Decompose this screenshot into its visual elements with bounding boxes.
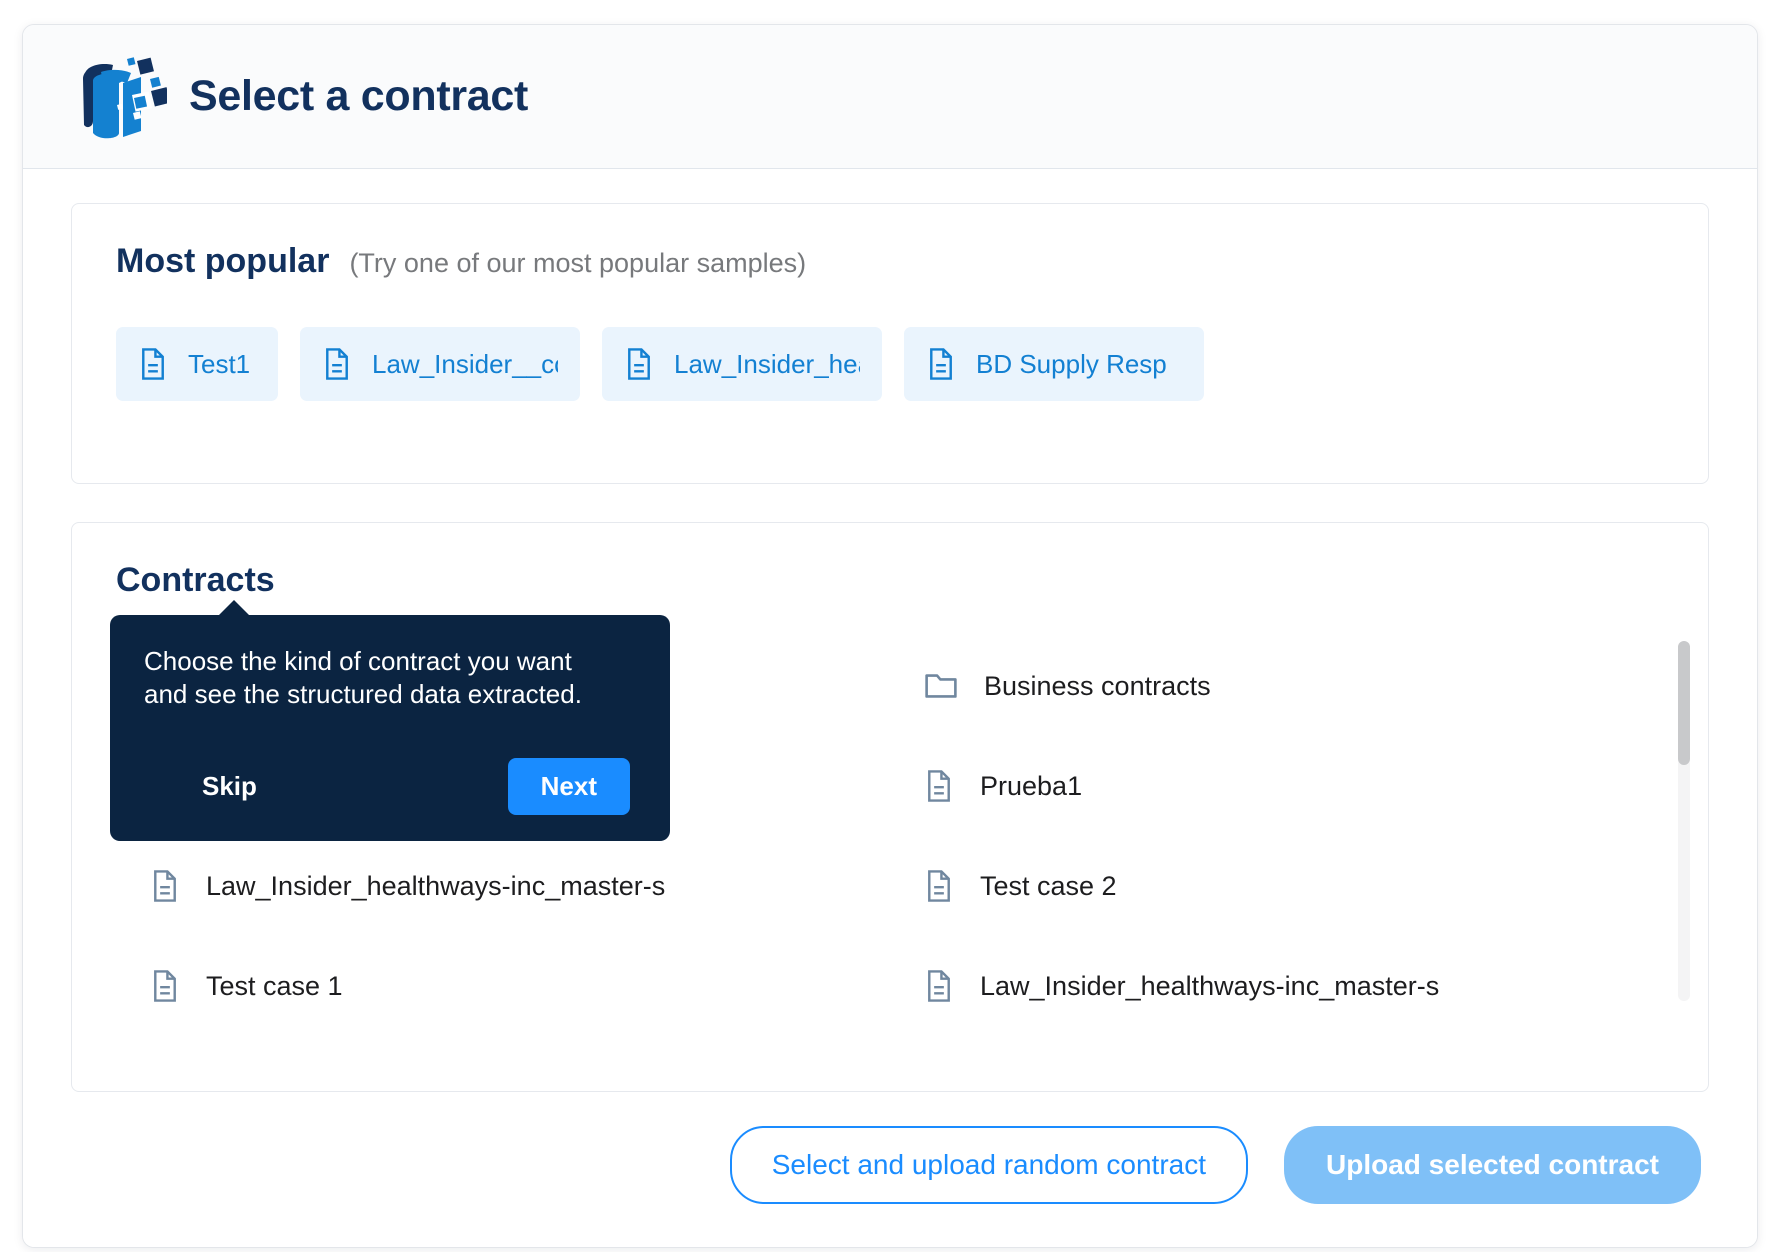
app-header: Select a contract (23, 25, 1757, 169)
contracts-panel: Contracts Business contracts Prueba1 Law… (71, 522, 1709, 1092)
popular-sample-chip-4[interactable]: BD Supply Resp (904, 327, 1204, 401)
popular-sample-chip-label: Law_Insider_hea (674, 348, 860, 379)
page-title: Select a contract (189, 72, 529, 120)
list-item-label: Business contracts (984, 670, 1211, 701)
list-item-label: Law_Insider_healthways-inc_master-s (206, 870, 666, 901)
contracts-scrollbar-thumb[interactable] (1678, 641, 1690, 765)
next-button[interactable]: Next (507, 757, 630, 815)
list-item-label: Law_Insider_healthways-inc_master-s (980, 970, 1440, 1001)
contracts-scrollbar[interactable] (1678, 641, 1690, 1001)
document-icon (150, 969, 180, 1003)
database-cylinder-logo-icon (71, 53, 167, 141)
contracts-heading: Contracts (116, 561, 275, 599)
list-item-label: Test case 2 (980, 870, 1117, 901)
document-icon (150, 869, 180, 903)
coachmark-text: Choose the kind of contract you want and… (144, 646, 582, 710)
most-popular-heading-row: Most popular (Try one of our most popula… (116, 242, 1664, 281)
skip-button[interactable]: Skip (198, 765, 261, 808)
document-icon (924, 869, 954, 903)
select-contract-window: Select a contract Most popular (Try one … (22, 24, 1758, 1248)
list-item-label: Test case 1 (206, 970, 343, 1001)
popular-sample-chip-label: Test1 (188, 348, 251, 379)
list-item-label: Prueba1 (980, 770, 1083, 801)
upload-selected-contract-button[interactable]: Upload selected contract (1284, 1126, 1701, 1204)
document-icon (924, 769, 954, 803)
document-icon (924, 969, 954, 1003)
list-item[interactable]: Law_Insider_healthways-inc_master-s (890, 936, 1664, 1036)
popular-sample-chip-1[interactable]: Test1 (116, 327, 278, 401)
most-popular-chip-row: Test1 Law_Insider__co Law_Insider_hea BD… (116, 327, 1664, 401)
document-icon (322, 347, 352, 381)
list-item[interactable]: Test case 2 (890, 836, 1664, 936)
popular-sample-chip-label: Law_Insider__co (372, 348, 558, 379)
document-icon (624, 347, 654, 381)
most-popular-heading: Most popular (116, 242, 330, 280)
select-random-contract-button[interactable]: Select and upload random contract (729, 1126, 1249, 1204)
popular-sample-chip-3[interactable]: Law_Insider_hea (602, 327, 882, 401)
list-item[interactable]: Business contracts (890, 636, 1664, 736)
app-body: Most popular (Try one of our most popula… (23, 169, 1757, 1247)
folder-icon (924, 671, 958, 701)
document-icon (926, 347, 956, 381)
most-popular-panel: Most popular (Try one of our most popula… (71, 203, 1709, 484)
popular-sample-chip-2[interactable]: Law_Insider__co (300, 327, 580, 401)
coachmark-tooltip: Choose the kind of contract you want and… (110, 600, 670, 841)
list-item[interactable]: Law_Insider_healthways-inc_master-s (116, 836, 890, 936)
list-item[interactable]: Test case 1 (116, 936, 890, 1036)
coachmark-actions: Skip Next (144, 757, 636, 815)
most-popular-subheading: (Try one of our most popular samples) (349, 248, 807, 278)
list-item[interactable]: Prueba1 (890, 736, 1664, 836)
popular-sample-chip-label: BD Supply Resp (976, 348, 1167, 379)
document-icon (138, 347, 168, 381)
footer-actions: Select and upload random contract Upload… (71, 1126, 1709, 1204)
